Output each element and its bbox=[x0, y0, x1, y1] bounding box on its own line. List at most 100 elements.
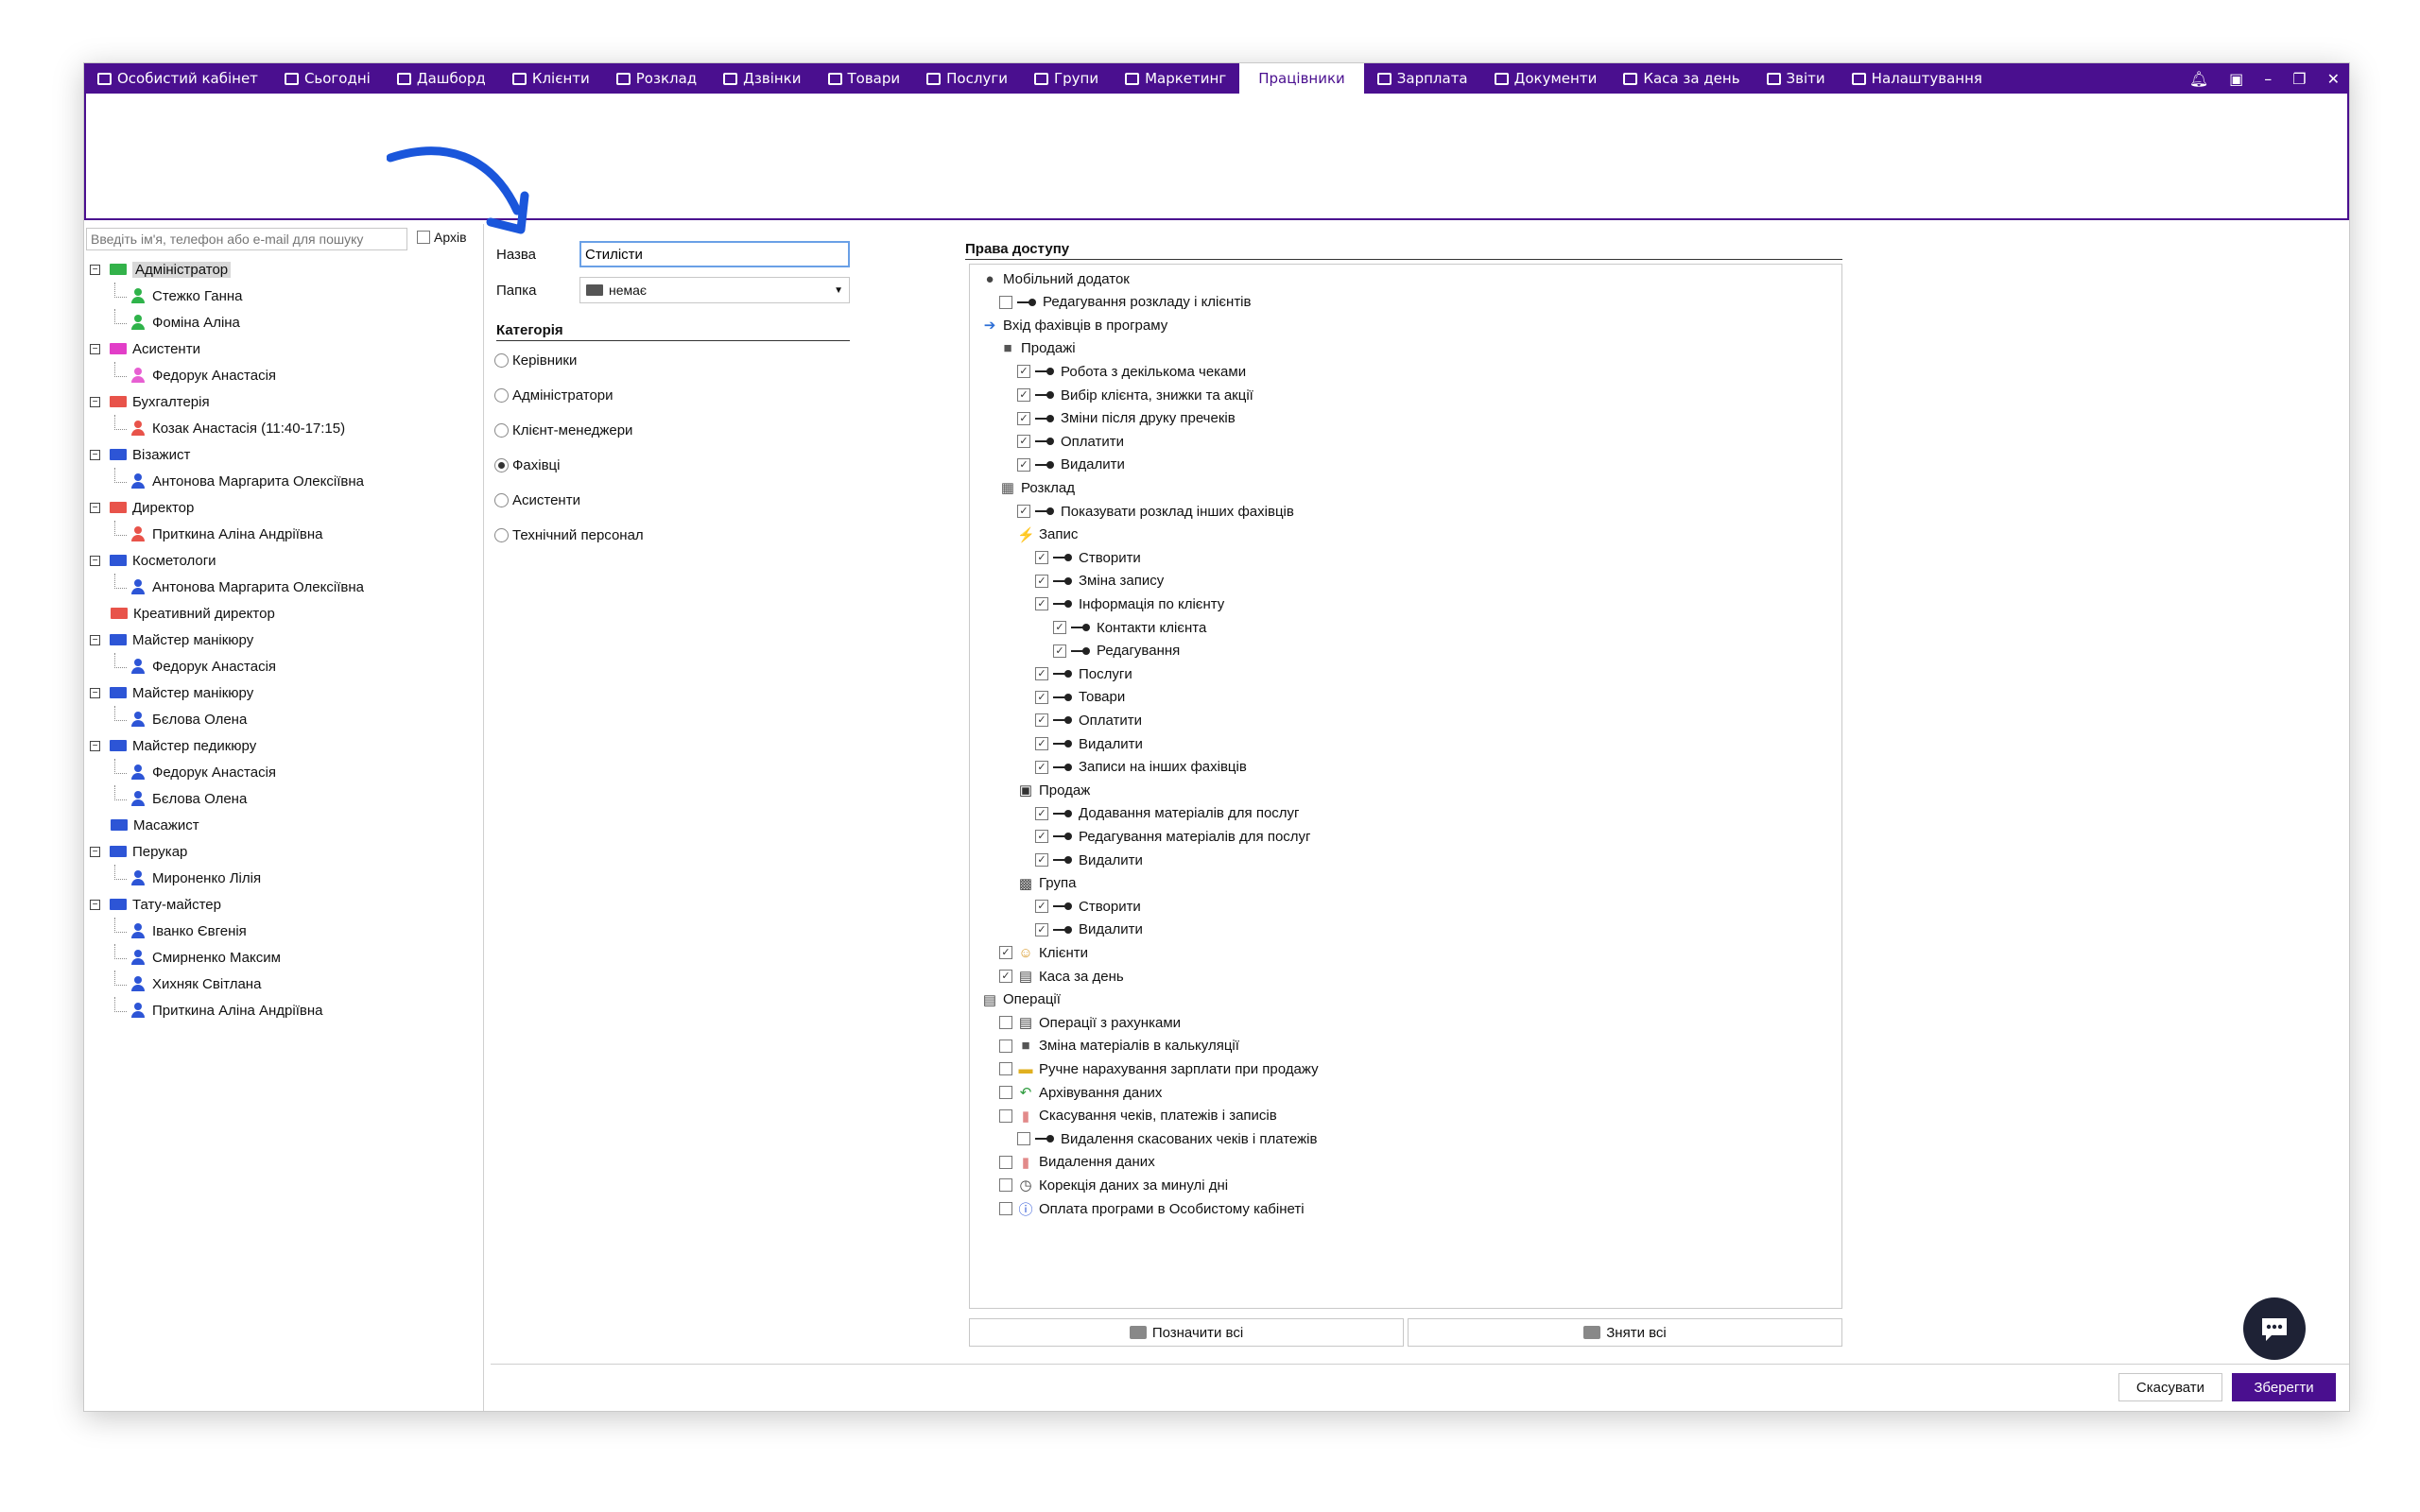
permission-item[interactable]: ↶ Архівування даних bbox=[999, 1082, 1162, 1103]
permission-item[interactable]: ✓ Інформація по клієнту bbox=[1035, 593, 1224, 614]
tree-employee[interactable]: Фоміна Аліна bbox=[90, 309, 364, 335]
tree-employee[interactable]: Федорук Анастасія bbox=[90, 362, 364, 388]
tree-employee[interactable]: Іванко Євгенія bbox=[90, 918, 364, 944]
permission-checkbox[interactable]: ✓ bbox=[1035, 574, 1048, 588]
permission-item[interactable]: ▮ Скасування чеків, платежів і записів bbox=[999, 1106, 1277, 1126]
tree-group[interactable]: − Майстер манікюру bbox=[90, 627, 364, 653]
permission-item[interactable]: ⓘ Оплата програми в Особистому кабінеті bbox=[999, 1198, 1305, 1219]
tab-6[interactable]: Товари bbox=[815, 63, 914, 94]
permission-checkbox[interactable]: ✓ bbox=[1017, 457, 1030, 472]
tree-group[interactable]: − Майстер педикюру bbox=[90, 732, 364, 759]
permission-checkbox[interactable] bbox=[999, 1178, 1012, 1193]
permission-checkbox[interactable] bbox=[999, 1062, 1012, 1076]
tree-group[interactable]: − Косметологи bbox=[90, 547, 364, 574]
tab-12[interactable]: Документи bbox=[1481, 63, 1611, 94]
tab-0[interactable]: Особистий кабінет bbox=[84, 63, 271, 94]
tree-group[interactable]: − Асистенти bbox=[90, 335, 364, 362]
permission-item[interactable]: ▬ Ручне нарахування зарплати при продажу bbox=[999, 1058, 1319, 1079]
collapse-icon[interactable]: − bbox=[90, 846, 100, 857]
permission-checkbox[interactable] bbox=[999, 1155, 1012, 1169]
permission-checkbox[interactable]: ✓ bbox=[1017, 411, 1030, 425]
permission-item[interactable]: ▮ Видалення даних bbox=[999, 1152, 1155, 1173]
permission-checkbox[interactable]: ✓ bbox=[1035, 922, 1048, 936]
permission-checkbox[interactable]: ✓ bbox=[1035, 597, 1048, 611]
save-button[interactable]: Зберегти bbox=[2232, 1373, 2336, 1401]
archive-checkbox-box[interactable] bbox=[417, 231, 430, 244]
permission-item[interactable]: ✓ Показувати розклад інших фахівців bbox=[1017, 501, 1294, 522]
tree-group[interactable]: − Перукар bbox=[90, 838, 364, 865]
permission-item[interactable]: ✓ Послуги bbox=[1035, 663, 1132, 684]
permission-checkbox[interactable]: ✓ bbox=[1017, 505, 1030, 518]
permission-item[interactable]: ✓ Зміни після друку пречеків bbox=[1017, 408, 1236, 429]
permission-checkbox[interactable] bbox=[999, 295, 1012, 309]
permission-item[interactable]: Редагування розкладу і клієнтів bbox=[999, 292, 1252, 313]
permission-checkbox[interactable]: ✓ bbox=[1017, 365, 1030, 379]
close-icon[interactable]: ✕ bbox=[2327, 70, 2340, 88]
permission-item[interactable]: ✓ Записи на інших фахівців bbox=[1035, 757, 1247, 778]
permission-item[interactable]: ✓ Видалити bbox=[1035, 850, 1143, 870]
radio-button[interactable] bbox=[494, 493, 509, 507]
permission-checkbox[interactable]: ✓ bbox=[1035, 853, 1048, 867]
permission-item[interactable]: ✓ ☺ Клієнти bbox=[999, 942, 1088, 963]
tab-10[interactable]: Працівники bbox=[1239, 63, 1364, 94]
tree-group[interactable]: − Бухгалтерія bbox=[90, 388, 364, 415]
permission-checkbox[interactable]: ✓ bbox=[999, 946, 1012, 960]
permission-checkbox[interactable]: ✓ bbox=[999, 970, 1012, 983]
collapse-icon[interactable]: − bbox=[90, 343, 100, 354]
permission-item[interactable]: ✓ Додавання матеріалів для послуг bbox=[1035, 803, 1300, 824]
minimize-icon[interactable]: – bbox=[2264, 70, 2272, 88]
permission-item[interactable]: ✓ Редагування матеріалів для послуг bbox=[1035, 826, 1311, 847]
permission-checkbox[interactable]: ✓ bbox=[1053, 621, 1066, 634]
permission-item[interactable]: ✓ Оплатити bbox=[1017, 431, 1124, 452]
tree-group[interactable]: − Директор bbox=[90, 494, 364, 521]
tree-employee[interactable]: Смирненко Максим bbox=[90, 944, 364, 971]
lock-icon[interactable]: ▣ bbox=[2229, 70, 2243, 88]
name-input[interactable] bbox=[579, 241, 850, 267]
permission-item[interactable]: ◷ Корекція даних за минулі дні bbox=[999, 1175, 1228, 1195]
collapse-icon[interactable]: − bbox=[90, 740, 100, 751]
tree-group[interactable]: Креативний директор bbox=[90, 600, 364, 627]
tab-11[interactable]: Зарплата bbox=[1364, 63, 1481, 94]
permission-item[interactable]: ▤ Операції з рахунками bbox=[999, 1012, 1181, 1033]
tab-2[interactable]: Дашборд bbox=[384, 63, 499, 94]
tab-7[interactable]: Послуги bbox=[913, 63, 1021, 94]
collapse-icon[interactable]: − bbox=[90, 899, 100, 910]
permission-item[interactable]: ✓ Створити bbox=[1035, 896, 1141, 917]
tree-employee[interactable]: Федорук Анастасія bbox=[90, 759, 364, 785]
deselect-all-button[interactable]: Зняти всі bbox=[1408, 1318, 1842, 1347]
tree-employee[interactable]: Приткина Аліна Андріївна bbox=[90, 521, 364, 547]
permission-item[interactable]: ✓ Вибір клієнта, знижки та акції bbox=[1017, 385, 1253, 405]
permission-item[interactable]: ✓ Створити bbox=[1035, 547, 1141, 568]
bell-icon[interactable]: 🔔︎ bbox=[2189, 70, 2208, 88]
radio-button[interactable] bbox=[494, 423, 509, 438]
category-radio[interactable]: Технічний персонал bbox=[494, 527, 644, 543]
permission-item[interactable]: ✓ Робота з декількома чеками bbox=[1017, 361, 1246, 382]
permission-checkbox[interactable]: ✓ bbox=[1053, 644, 1066, 658]
select-all-button[interactable]: Позначити всі bbox=[969, 1318, 1404, 1347]
tree-employee[interactable]: Мироненко Лілія bbox=[90, 865, 364, 891]
permission-item[interactable]: ■ Зміна матеріалів в калькуляції bbox=[999, 1036, 1239, 1057]
tab-13[interactable]: Каса за день bbox=[1610, 63, 1753, 94]
collapse-icon[interactable]: − bbox=[90, 502, 100, 513]
tab-4[interactable]: Розклад bbox=[603, 63, 710, 94]
permission-checkbox[interactable] bbox=[1017, 1132, 1030, 1146]
collapse-icon[interactable]: − bbox=[90, 396, 100, 407]
permission-item[interactable]: ✓ Видалити bbox=[1035, 733, 1143, 754]
chat-button[interactable] bbox=[2243, 1297, 2306, 1360]
tree-group[interactable]: − Майстер манікюру bbox=[90, 679, 364, 706]
collapse-icon[interactable]: − bbox=[90, 687, 100, 698]
tab-3[interactable]: Клієнти bbox=[499, 63, 603, 94]
category-radio[interactable]: Асистенти bbox=[494, 492, 580, 508]
tree-group[interactable]: − Адміністратор bbox=[90, 256, 364, 283]
search-input[interactable] bbox=[86, 228, 407, 250]
tree-employee[interactable]: Бєлова Олена bbox=[90, 706, 364, 732]
cancel-button[interactable]: Скасувати bbox=[2118, 1373, 2222, 1401]
category-radio[interactable]: Клієнт-менеджери bbox=[494, 422, 632, 438]
tab-15[interactable]: Налаштування bbox=[1839, 63, 1996, 94]
category-radio[interactable]: Адміністратори bbox=[494, 387, 614, 404]
collapse-icon[interactable]: − bbox=[90, 449, 100, 460]
tree-employee[interactable]: Приткина Аліна Андріївна bbox=[90, 997, 364, 1023]
permission-item[interactable]: ✓ Видалити bbox=[1017, 455, 1125, 475]
tab-9[interactable]: Маркетинг bbox=[1112, 63, 1239, 94]
tree-employee[interactable]: Стежко Ганна bbox=[90, 283, 364, 309]
